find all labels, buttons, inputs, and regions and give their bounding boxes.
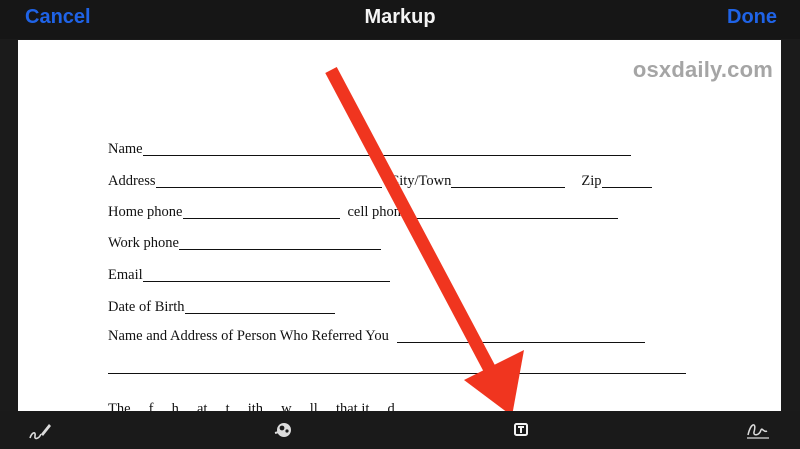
dob-label: Date of Birth [108, 299, 185, 315]
city-field-line[interactable] [451, 172, 566, 188]
pen-sketch-icon[interactable] [27, 418, 53, 442]
dob-field-line[interactable] [184, 298, 335, 314]
form-row-email: Email [108, 266, 390, 286]
name-label: Name [108, 141, 143, 157]
navigation-bar: Cancel Markup Done [0, 0, 800, 39]
referral-field-line-2[interactable] [108, 358, 686, 374]
email-field-line[interactable] [142, 266, 390, 282]
form-row-dob: Date of Birth [108, 298, 335, 318]
zip-label: Zip [581, 173, 602, 189]
form-row-name: Name [108, 140, 631, 160]
home-phone-label: Home phone [108, 204, 183, 220]
form-row-phones: Home phone cell phone [108, 203, 618, 223]
watermark: osxdaily.com [632, 57, 773, 82]
email-label: Email [108, 267, 143, 283]
work-phone-field-line[interactable] [178, 234, 381, 250]
form-row-work-phone: Work phone [108, 234, 381, 254]
zip-field-line[interactable] [601, 172, 652, 188]
cell-phone-field-line[interactable] [407, 203, 618, 219]
referral-label: Name and Address of Person Who Referred … [108, 328, 389, 344]
markup-toolbar [0, 411, 800, 449]
text-box-icon[interactable] [508, 418, 534, 442]
name-field-line[interactable] [142, 140, 631, 156]
work-phone-label: Work phone [108, 235, 179, 251]
address-label: Address [108, 173, 156, 189]
referral-field-line[interactable] [396, 327, 645, 343]
form-row-referral-continued [108, 358, 686, 378]
done-button[interactable]: Done [727, 6, 777, 29]
page-title: Markup [364, 6, 436, 28]
cell-phone-label: cell phone [347, 204, 408, 220]
signature-icon[interactable] [745, 418, 771, 442]
magnifier-loupe-icon[interactable] [271, 418, 297, 442]
partial-paragraph: The ... f ... h ... at ... t ... ith ...… [108, 401, 395, 411]
form-row-referral: Name and Address of Person Who Referred … [108, 327, 645, 347]
form-row-address: Address City/Town Zip [108, 172, 652, 192]
home-phone-field-line[interactable] [182, 203, 340, 219]
city-label: City/Town [389, 173, 452, 189]
address-field-line[interactable] [155, 172, 382, 188]
document-page[interactable]: osxdaily.com Name Address City/Town Zip Ho… [18, 40, 781, 411]
